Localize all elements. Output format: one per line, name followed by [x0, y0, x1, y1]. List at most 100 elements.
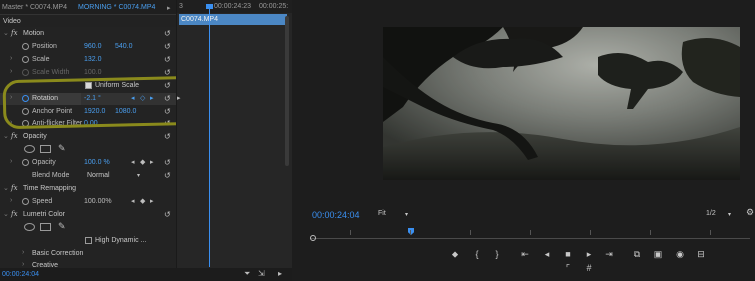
- chevron-right-icon[interactable]: ›: [10, 158, 12, 165]
- scrollbar[interactable]: [285, 16, 289, 166]
- ruler-tick: [350, 230, 351, 235]
- mark-out-icon[interactable]: }: [490, 249, 504, 259]
- basic-correction-row[interactable]: › Basic Correction: [0, 248, 176, 260]
- motion-effect-row[interactable]: ⌄ fx Motion ↺: [0, 28, 176, 40]
- pen-mask-icon[interactable]: ✎: [58, 221, 66, 232]
- filter-icon[interactable]: ⏷: [244, 269, 250, 279]
- chevron-right-icon[interactable]: ›: [22, 261, 24, 268]
- chevron-right-icon[interactable]: ▸: [167, 4, 171, 12]
- time-remapping-row[interactable]: ⌄ fx Time Remapping: [0, 183, 176, 195]
- stopwatch-icon[interactable]: [22, 69, 29, 76]
- chevron-down-icon[interactable]: ▾: [137, 172, 140, 179]
- monitor-time-ruler[interactable]: [310, 226, 750, 242]
- chevron-down-icon[interactable]: ⌄: [3, 210, 9, 218]
- scale-label: Scale: [32, 56, 50, 63]
- opacity-section-label: Opacity: [23, 133, 47, 140]
- rectangle-mask-icon[interactable]: [40, 145, 51, 153]
- fx-icon[interactable]: fx: [11, 210, 18, 218]
- position-x-value[interactable]: 960.0: [84, 43, 102, 50]
- wrench-icon[interactable]: ⚙: [746, 207, 754, 218]
- compare-icon[interactable]: ⊟: [694, 249, 708, 260]
- reset-icon[interactable]: ↺: [164, 42, 171, 51]
- previous-keyframe-icon[interactable]: ◂: [131, 158, 135, 166]
- stopwatch-icon[interactable]: [22, 159, 29, 166]
- stopwatch-icon[interactable]: [22, 198, 29, 205]
- mark-in-icon[interactable]: {: [470, 249, 484, 259]
- chevron-down-icon[interactable]: ▾: [405, 211, 408, 218]
- playhead-line[interactable]: [209, 5, 210, 267]
- overwrite-icon[interactable]: ▣: [651, 249, 665, 260]
- chevron-down-icon[interactable]: ⌄: [3, 184, 9, 192]
- timeline-ruler[interactable]: 3 00:00:24:23 00:00:25:: [177, 0, 292, 13]
- step-forward-icon[interactable]: ▸: [582, 249, 596, 260]
- blend-mode-select[interactable]: Normal: [87, 172, 110, 179]
- lumetri-mask-tools-row: ✎: [0, 221, 176, 233]
- ellipse-mask-icon[interactable]: [24, 145, 35, 153]
- stopwatch-icon[interactable]: [22, 43, 29, 50]
- export-icon[interactable]: ⇲: [258, 269, 265, 278]
- tab-master-clip[interactable]: Master * C0074.MP4: [2, 4, 67, 11]
- rectangle-mask-icon[interactable]: [40, 223, 51, 231]
- reset-icon[interactable]: ↺: [164, 158, 171, 167]
- ruler-tick: [530, 230, 531, 235]
- keyframe-icon[interactable]: ◆: [140, 197, 145, 205]
- stop-icon[interactable]: ■: [561, 249, 575, 259]
- pen-mask-icon[interactable]: ✎: [58, 143, 66, 154]
- chevron-right-icon[interactable]: ›: [10, 197, 12, 204]
- ellipse-mask-icon[interactable]: [24, 223, 35, 231]
- fx-icon[interactable]: fx: [11, 29, 18, 37]
- previous-keyframe-icon[interactable]: ◂: [131, 197, 135, 205]
- next-keyframe-icon[interactable]: ▸: [150, 158, 154, 166]
- ruler-end: 00:00:25:: [259, 3, 289, 10]
- speed-value[interactable]: 100.00%: [84, 198, 112, 205]
- reset-icon[interactable]: ↺: [164, 29, 171, 38]
- go-to-in-icon[interactable]: ⇤: [518, 249, 532, 260]
- effect-controls-timeline[interactable]: 3 00:00:24:23 00:00:25: C0074.MP4 ▸: [176, 0, 292, 281]
- reset-icon[interactable]: ↺: [164, 55, 171, 64]
- opacity-effect-row[interactable]: ⌄ fx Opacity ↺: [0, 131, 176, 143]
- lumetri-effect-row[interactable]: ⌄ fx Lumetri Color ↺: [0, 209, 176, 221]
- reset-icon[interactable]: ↺: [164, 171, 171, 180]
- playhead-marker[interactable]: [408, 228, 414, 235]
- opacity-value[interactable]: 100.0 %: [84, 159, 110, 166]
- trim-icon[interactable]: ⌜: [561, 263, 575, 274]
- footer-timecode[interactable]: 00:00:24:04: [2, 271, 39, 278]
- fx-icon[interactable]: fx: [11, 184, 18, 192]
- scale-width-value: 100.0: [84, 69, 102, 76]
- timeline-clip[interactable]: C0074.MP4: [179, 14, 287, 25]
- go-to-out-icon[interactable]: ⇥: [602, 249, 616, 260]
- playhead-handle[interactable]: [206, 4, 213, 9]
- playhead-timecode[interactable]: 00:00:24:04: [312, 210, 360, 220]
- chevron-right-icon: ▸: [177, 95, 181, 102]
- chevron-down-icon[interactable]: ⌄: [3, 132, 9, 140]
- chevron-down-icon[interactable]: ▾: [728, 211, 731, 218]
- reset-icon[interactable]: ↺: [164, 210, 171, 219]
- stopwatch-icon[interactable]: [22, 56, 29, 63]
- lumetri-label: Lumetri Color: [23, 211, 66, 218]
- time-remapping-label: Time Remapping: [23, 185, 77, 192]
- chevron-right-icon[interactable]: ›: [22, 249, 24, 256]
- program-monitor: 00:00:24:04 Fit ▾ 1/2 ▾ ⚙ ⬥ { } ⇤ ◂ ■ ▸ …: [294, 0, 755, 281]
- chevron-down-icon[interactable]: ⌄: [3, 29, 9, 37]
- next-keyframe-icon[interactable]: ▸: [150, 197, 154, 205]
- play-icon[interactable]: ▸: [278, 269, 282, 278]
- resolution-select[interactable]: 1/2: [706, 210, 716, 217]
- zoom-select[interactable]: Fit: [378, 210, 386, 217]
- video-frame[interactable]: [383, 27, 740, 180]
- fx-icon[interactable]: fx: [11, 132, 18, 140]
- step-back-icon[interactable]: ◂: [540, 249, 554, 260]
- keyframe-icon[interactable]: ◆: [140, 158, 145, 166]
- high-dynamic-checkbox[interactable]: [85, 237, 92, 244]
- zoom-handle[interactable]: [310, 235, 316, 241]
- chevron-right-icon[interactable]: ›: [10, 68, 12, 75]
- insert-icon[interactable]: ⧉: [630, 249, 644, 260]
- chevron-right-icon[interactable]: ›: [10, 55, 12, 62]
- reset-icon[interactable]: ↺: [164, 132, 171, 141]
- tab-sequence-clip[interactable]: MORNING * C0074.MP4: [78, 4, 155, 11]
- position-y-value[interactable]: 540.0: [115, 43, 133, 50]
- grid-icon[interactable]: #: [582, 263, 596, 273]
- export-frame-icon[interactable]: ◉: [673, 249, 687, 260]
- marker-icon[interactable]: ⬥: [448, 249, 462, 260]
- video-frame-image: [383, 27, 740, 180]
- scale-value[interactable]: 132.0: [84, 56, 102, 63]
